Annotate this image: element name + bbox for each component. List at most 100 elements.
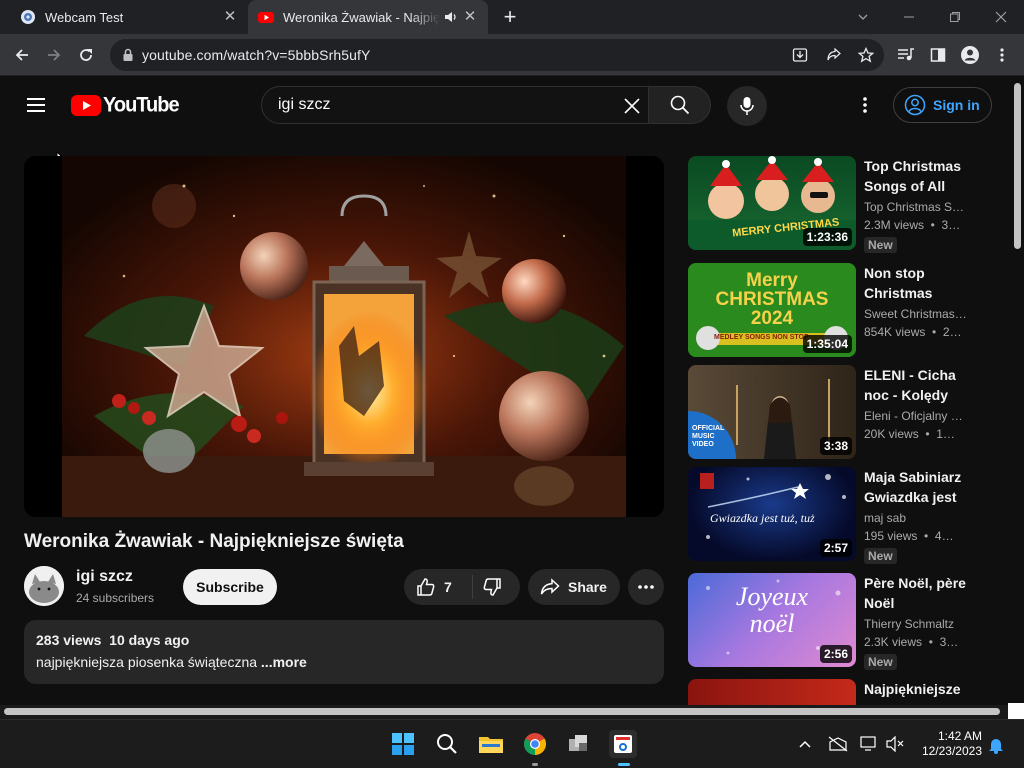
active-indicator bbox=[618, 763, 630, 766]
recommended-channel[interactable]: Eleni - Oficjalny Kanał bbox=[864, 409, 968, 423]
youtube-logo[interactable]: YouTube bbox=[71, 92, 180, 117]
clear-search-icon[interactable] bbox=[622, 96, 642, 116]
search-input[interactable]: igi szcz bbox=[261, 86, 649, 124]
share-label: Share bbox=[568, 579, 607, 595]
media-control-icon[interactable] bbox=[892, 41, 920, 69]
tab-youtube-video[interactable]: Weronika Żwawiak - Najpięk ✕ bbox=[248, 0, 488, 34]
vertical-scrollbar[interactable] bbox=[1012, 77, 1024, 705]
thumbnail-caption: OFFICIAL MUSIC VIDEO bbox=[692, 425, 725, 448]
recommended-video[interactable]: MERRY CHRISTMAS 1:23:36 Top Christmas So… bbox=[688, 156, 978, 253]
recommended-channel[interactable]: Top Christmas Songs bbox=[864, 200, 968, 214]
recommended-channel[interactable]: Sweet Christmas Songs bbox=[864, 307, 968, 321]
recommended-title[interactable]: Non stop Christmas Medley bbox=[864, 263, 974, 303]
recommended-video[interactable]: Gwiazdka jest tuż, tuż 2:57 Maja Sabinia… bbox=[688, 467, 978, 564]
restore-button[interactable] bbox=[932, 0, 978, 34]
back-button[interactable] bbox=[8, 41, 36, 69]
system-clock[interactable]: 1:42 AM 12/23/2023 bbox=[916, 729, 982, 759]
channel-name[interactable]: igi szcz bbox=[76, 568, 133, 586]
video-thumbnail[interactable]: Gwiazdka jest tuż, tuż 2:57 bbox=[688, 467, 856, 561]
address-bar[interactable]: youtube.com/watch?v=5bbbSrh5ufY bbox=[110, 39, 884, 71]
chevron-up-icon[interactable] bbox=[799, 739, 811, 749]
more-actions-button[interactable] bbox=[628, 569, 664, 605]
account-circle-icon bbox=[904, 94, 926, 116]
share-button[interactable]: Share bbox=[528, 569, 620, 605]
app-taskbar-button[interactable] bbox=[565, 730, 593, 758]
network-disconnected-icon[interactable] bbox=[828, 736, 848, 752]
thumbs-up-icon[interactable] bbox=[416, 577, 436, 597]
description-box[interactable]: 283 views 10 days ago najpiękniejsza pio… bbox=[24, 620, 664, 684]
channel-avatar[interactable] bbox=[24, 566, 64, 606]
thumbs-down-icon[interactable] bbox=[482, 577, 502, 597]
more-horizontal-icon bbox=[638, 585, 654, 589]
recommended-title[interactable]: Top Christmas Songs of All Time bbox=[864, 156, 974, 196]
recommended-channel[interactable]: maj sab bbox=[864, 511, 968, 525]
install-app-icon[interactable] bbox=[792, 47, 808, 63]
minimize-button[interactable] bbox=[886, 0, 932, 34]
recommended-title[interactable]: Najpiękniejsze bbox=[864, 679, 974, 705]
youtube-wordmark: YouTube bbox=[103, 92, 180, 117]
show-more-link[interactable]: ...more bbox=[261, 654, 307, 670]
recommended-title[interactable]: Maja Sabiniarz Gwiazdka jest tuż bbox=[864, 467, 974, 507]
recommended-video[interactable]: Najpiękniejsze bbox=[688, 679, 978, 705]
reload-button[interactable] bbox=[72, 41, 100, 69]
browser-menu-icon[interactable] bbox=[988, 41, 1016, 69]
thumbnail-caption: Gwiazdka jest tuż, tuż bbox=[710, 511, 815, 525]
video-thumbnail[interactable]: MERRY CHRISTMAS 1:23:36 bbox=[688, 156, 856, 250]
bookmark-star-icon[interactable] bbox=[858, 47, 874, 63]
file-explorer-button[interactable] bbox=[477, 730, 505, 758]
close-tab-icon[interactable]: ✕ bbox=[462, 9, 478, 25]
scrollbar-thumb[interactable] bbox=[4, 708, 1000, 715]
video-duration: 2:57 bbox=[819, 539, 852, 557]
voice-search-button[interactable] bbox=[727, 86, 767, 126]
side-panel-icon[interactable] bbox=[924, 41, 952, 69]
audio-playing-icon[interactable] bbox=[444, 10, 458, 24]
new-badge: New bbox=[864, 237, 897, 253]
lock-icon[interactable] bbox=[122, 48, 134, 62]
start-button[interactable] bbox=[389, 730, 417, 758]
sign-in-button[interactable]: Sign in bbox=[893, 87, 992, 123]
clock-time: 1:42 AM bbox=[937, 729, 982, 743]
horizontal-scrollbar[interactable] bbox=[0, 705, 1024, 719]
new-tab-button[interactable]: + bbox=[498, 4, 522, 30]
notification-bell-icon[interactable] bbox=[988, 736, 1004, 754]
video-thumbnail[interactable]: Merry CHRISTMAS 2024 MEDLEY SONGS NON ST… bbox=[688, 263, 856, 357]
recommended-video[interactable]: OFFICIAL MUSIC VIDEO 3:38 ELENI - Cicha … bbox=[688, 365, 978, 459]
tab-webcam-test[interactable]: Webcam Test ✕ bbox=[8, 0, 248, 34]
thumbnail-caption: Joyeux noël bbox=[735, 582, 815, 638]
thumbnail-subcaption: MEDLEY SONGS NON STOP bbox=[714, 334, 809, 341]
tab-title: Webcam Test bbox=[45, 9, 124, 25]
chrome-taskbar-button[interactable] bbox=[521, 730, 549, 758]
share-page-icon[interactable] bbox=[826, 47, 842, 63]
new-badge: New bbox=[864, 548, 897, 564]
settings-more-icon[interactable] bbox=[858, 95, 872, 115]
close-window-button[interactable] bbox=[978, 0, 1024, 34]
close-tab-icon[interactable]: ✕ bbox=[222, 9, 238, 25]
search-icon bbox=[670, 95, 689, 115]
speaker-muted-icon[interactable] bbox=[886, 736, 904, 752]
hamburger-menu-icon[interactable] bbox=[24, 94, 48, 116]
recommended-title[interactable]: Père Noël, père Noël bbox=[864, 573, 974, 613]
folder-icon bbox=[479, 737, 503, 753]
recommended-video[interactable]: Joyeux noël 2:56 Père Noël, père Noël Th… bbox=[688, 573, 978, 670]
active-app-taskbar-button[interactable] bbox=[609, 730, 637, 758]
video-duration: 1:23:36 bbox=[802, 228, 852, 246]
video-thumbnail[interactable]: OFFICIAL MUSIC VIDEO 3:38 bbox=[688, 365, 856, 459]
new-badge: New bbox=[864, 654, 897, 670]
search-button[interactable] bbox=[648, 86, 711, 124]
recommended-video[interactable]: Merry CHRISTMAS 2024 MEDLEY SONGS NON ST… bbox=[688, 263, 978, 357]
video-player[interactable] bbox=[24, 156, 664, 517]
display-icon[interactable] bbox=[860, 736, 878, 752]
description-text: najpiękniejsza piosenka świąteczna bbox=[36, 654, 261, 670]
recommended-meta: 2.3M views • 3… bbox=[864, 218, 961, 232]
tab-search-icon[interactable] bbox=[840, 0, 886, 34]
scrollbar-thumb[interactable] bbox=[1014, 83, 1021, 249]
taskbar-search-button[interactable] bbox=[433, 730, 461, 758]
video-thumbnail[interactable] bbox=[688, 679, 856, 705]
subscribe-button[interactable]: Subscribe bbox=[183, 569, 277, 605]
forward-button[interactable] bbox=[40, 41, 68, 69]
recommended-title[interactable]: ELENI - Cicha noc - Kolędy bbox=[864, 365, 974, 405]
scrollbar-corner bbox=[1008, 703, 1024, 719]
recommended-channel[interactable]: Thierry Schmaltz bbox=[864, 617, 968, 631]
video-thumbnail[interactable]: Joyeux noël 2:56 bbox=[688, 573, 856, 667]
profile-icon[interactable] bbox=[956, 41, 984, 69]
